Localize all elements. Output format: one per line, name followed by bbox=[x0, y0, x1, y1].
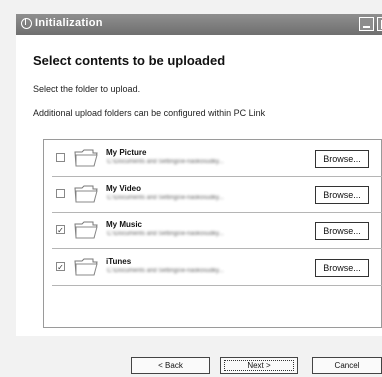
upload-instruction: Select the folder to upload. bbox=[33, 84, 141, 94]
page-heading: Select contents to be uploaded bbox=[33, 53, 226, 68]
folder-icon bbox=[74, 149, 98, 167]
folder-path: C:\Documents and Settings\e-naokosudky..… bbox=[107, 159, 224, 165]
next-button[interactable]: Next > bbox=[220, 357, 298, 374]
my-picture-checkbox[interactable] bbox=[56, 153, 65, 162]
folder-icon bbox=[74, 185, 98, 203]
window-titlebar[interactable]: Initialization bbox=[16, 14, 382, 35]
my-music-checkbox[interactable]: ✓ bbox=[56, 225, 65, 235]
folder-row-my-picture: My Picture C:\Documents and Settings\e-n… bbox=[52, 142, 382, 177]
additional-folders-note: Additional upload folders can be configu… bbox=[33, 108, 266, 118]
folder-path: C:\Documents and Settings\e-naokosudky..… bbox=[107, 231, 224, 237]
folder-row-my-video: My Video C:\Documents and Settings\e-nao… bbox=[52, 178, 382, 213]
minimize-icon[interactable] bbox=[359, 17, 374, 31]
folder-icon bbox=[74, 221, 98, 239]
folder-list: My Picture C:\Documents and Settings\e-n… bbox=[43, 139, 382, 328]
folder-row-itunes: ✓ iTunes C:\Documents and Settings\e-nao… bbox=[52, 251, 382, 286]
window-title: Initialization bbox=[35, 17, 103, 29]
folder-name: iTunes bbox=[106, 257, 132, 266]
cancel-button[interactable]: Cancel bbox=[312, 357, 382, 374]
browse-button[interactable]: Browse... bbox=[315, 186, 369, 204]
folder-name: My Music bbox=[106, 220, 143, 229]
app-icon bbox=[21, 18, 32, 29]
browse-button[interactable]: Browse... bbox=[315, 150, 369, 168]
folder-icon bbox=[74, 258, 98, 276]
folder-row-my-music: ✓ My Music C:\Documents and Settings\e-n… bbox=[52, 214, 382, 249]
folder-path: C:\Documents and Settings\e-naokosudky..… bbox=[107, 268, 224, 274]
browse-button[interactable]: Browse... bbox=[315, 222, 369, 240]
focus-outline bbox=[224, 360, 294, 371]
folder-name: My Video bbox=[106, 184, 141, 193]
browse-button[interactable]: Browse... bbox=[315, 259, 369, 277]
itunes-checkbox[interactable]: ✓ bbox=[56, 262, 65, 272]
folder-path: C:\Documents and Settings\e-naokosudky..… bbox=[107, 195, 224, 201]
back-button[interactable]: < Back bbox=[131, 357, 210, 374]
my-video-checkbox[interactable] bbox=[56, 189, 65, 198]
maximize-icon[interactable] bbox=[377, 17, 382, 31]
folder-name: My Picture bbox=[106, 148, 147, 157]
